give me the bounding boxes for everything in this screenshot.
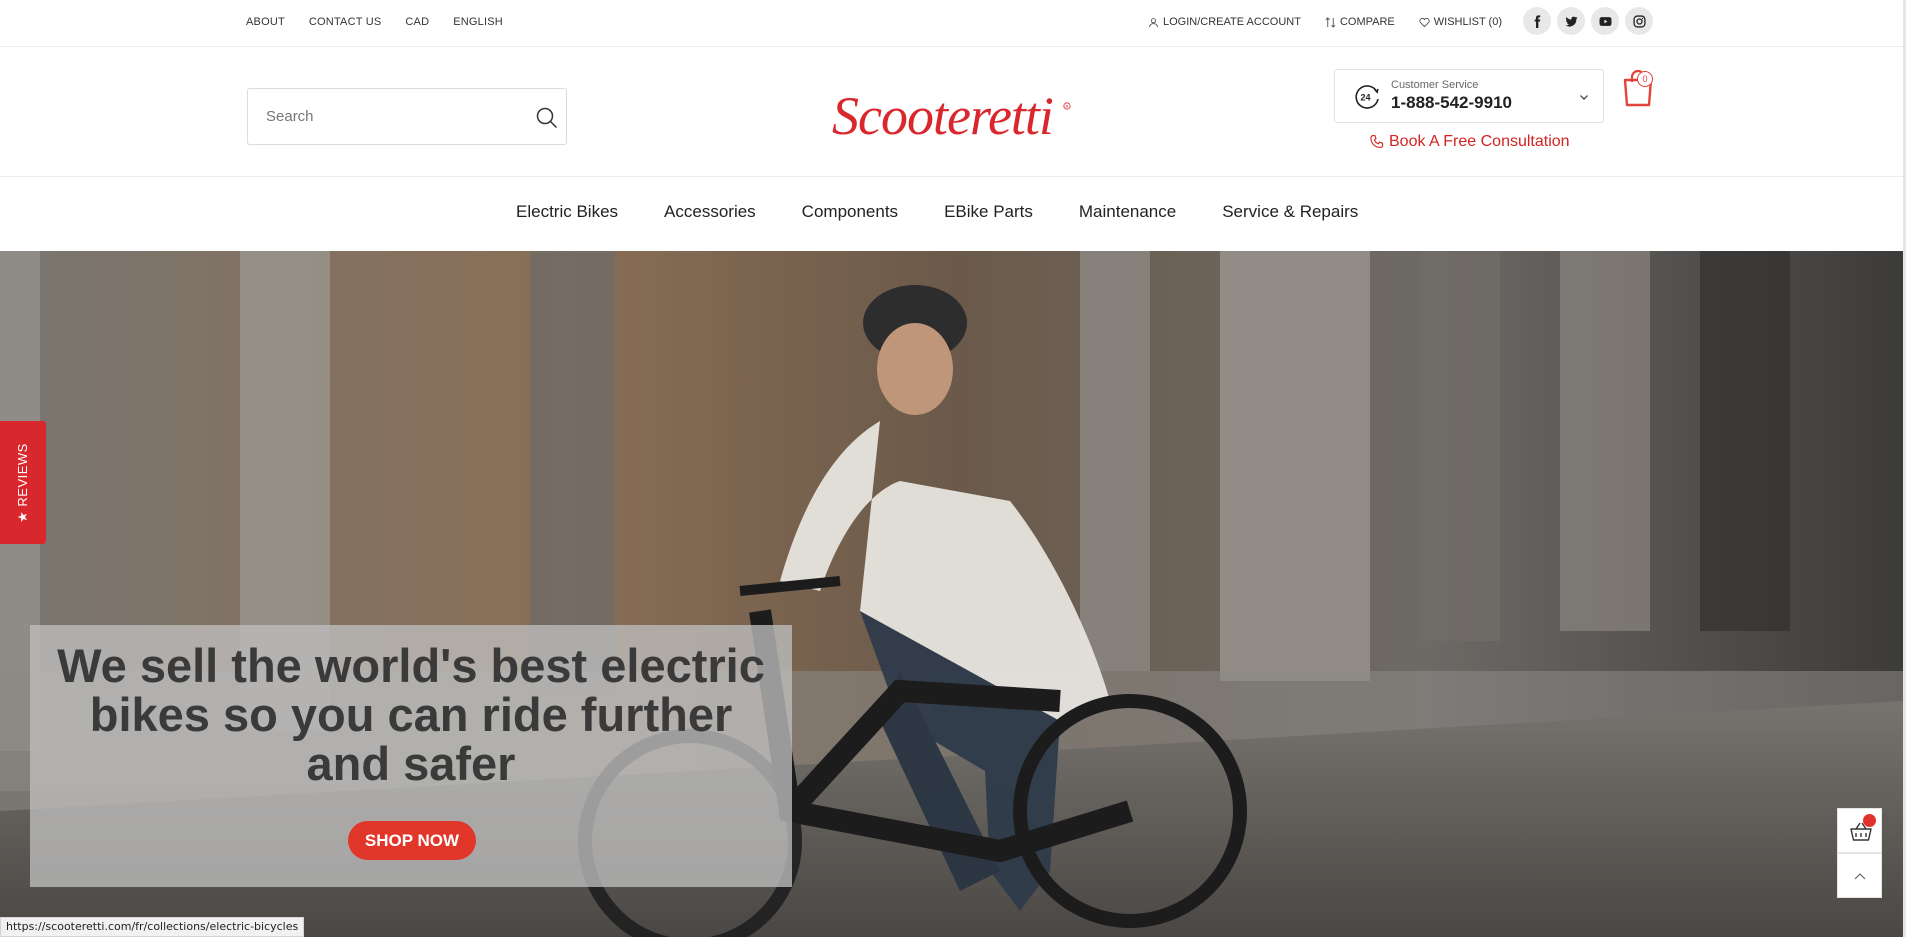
- hero-text-panel: We sell the world's best electric bikes …: [30, 625, 792, 887]
- heart-icon: [1419, 17, 1430, 27]
- language-selector[interactable]: ENGLISH: [453, 16, 503, 28]
- user-actions: LOGIN/CREATE ACCOUNT COMPARE WISHLIST (0…: [1148, 16, 1526, 28]
- customer-service-dropdown[interactable]: 24 Customer Service 1-888-542-9910: [1334, 69, 1604, 123]
- login-label: LOGIN/CREATE ACCOUNT: [1163, 16, 1301, 28]
- book-consultation-link[interactable]: Book A Free Consultation: [1369, 133, 1570, 151]
- reviews-label: ★ REVIEWS: [15, 442, 30, 523]
- facebook-icon[interactable]: [1523, 7, 1551, 35]
- phone-icon: [1370, 134, 1384, 148]
- search-input[interactable]: [266, 89, 516, 144]
- svg-text:R: R: [1065, 104, 1069, 109]
- nav-item-electric-bikes[interactable]: Electric Bikes: [516, 202, 618, 222]
- chevron-up-icon: [1854, 873, 1866, 880]
- nav-item-ebike-parts[interactable]: EBike Parts: [944, 202, 1033, 222]
- nav-item-accessories[interactable]: Accessories: [664, 202, 756, 222]
- svg-text:24: 24: [1361, 93, 1371, 103]
- youtube-icon[interactable]: [1591, 7, 1619, 35]
- login-link[interactable]: LOGIN/CREATE ACCOUNT: [1148, 16, 1301, 28]
- nav-item-service-repairs[interactable]: Service & Repairs: [1222, 202, 1358, 222]
- top-bar: ABOUT CONTACT US CAD ENGLISH LOGIN/CREAT…: [0, 0, 1903, 47]
- search-box: [247, 88, 567, 145]
- currency-selector[interactable]: CAD: [405, 16, 429, 28]
- page: ABOUT CONTACT US CAD ENGLISH LOGIN/CREAT…: [0, 0, 1903, 937]
- hero-banner: We sell the world's best electric bikes …: [0, 251, 1903, 937]
- top-link-about[interactable]: ABOUT: [246, 16, 285, 28]
- compare-link[interactable]: COMPARE: [1325, 16, 1395, 28]
- customer-service-label: Customer Service: [1391, 79, 1479, 91]
- reviews-tab[interactable]: ★ REVIEWS: [0, 421, 46, 544]
- user-icon: [1148, 17, 1159, 27]
- nav-item-components[interactable]: Components: [802, 202, 898, 222]
- hero-title: We sell the world's best electric bikes …: [57, 639, 765, 790]
- nav-item-maintenance[interactable]: Maintenance: [1079, 202, 1176, 222]
- consultation-label: Book A Free Consultation: [1389, 133, 1570, 150]
- twitter-icon[interactable]: [1557, 7, 1585, 35]
- wishlist-label: WISHLIST (0): [1433, 16, 1503, 28]
- site-logo[interactable]: Scooteretti R: [826, 80, 1074, 146]
- social-links: [1523, 7, 1653, 35]
- main-nav: Electric Bikes Accessories Components EB…: [0, 176, 1903, 251]
- customer-service-phone: 1-888-542-9910: [1391, 93, 1512, 112]
- wishlist-link[interactable]: WISHLIST (0): [1419, 16, 1502, 28]
- notification-dot: [1863, 814, 1876, 827]
- scroll-to-top-button[interactable]: [1837, 853, 1882, 898]
- top-links: ABOUT CONTACT US CAD ENGLISH: [246, 16, 527, 28]
- shop-now-button[interactable]: SHOP NOW: [348, 821, 476, 860]
- search-icon[interactable]: [535, 106, 559, 130]
- svg-text:Scooteretti: Scooteretti: [832, 86, 1053, 146]
- instagram-icon[interactable]: [1625, 7, 1653, 35]
- floating-cart-button[interactable]: [1837, 808, 1882, 853]
- compare-label: COMPARE: [1339, 16, 1395, 28]
- top-link-contact[interactable]: CONTACT US: [309, 16, 382, 28]
- status-bar-url: https://scooteretti.com/fr/collections/e…: [0, 917, 305, 937]
- support-24-icon: 24: [1355, 85, 1379, 109]
- cart-count-badge: 0: [1637, 71, 1653, 87]
- compare-icon: [1325, 16, 1336, 28]
- chevron-down-icon: [1580, 95, 1588, 100]
